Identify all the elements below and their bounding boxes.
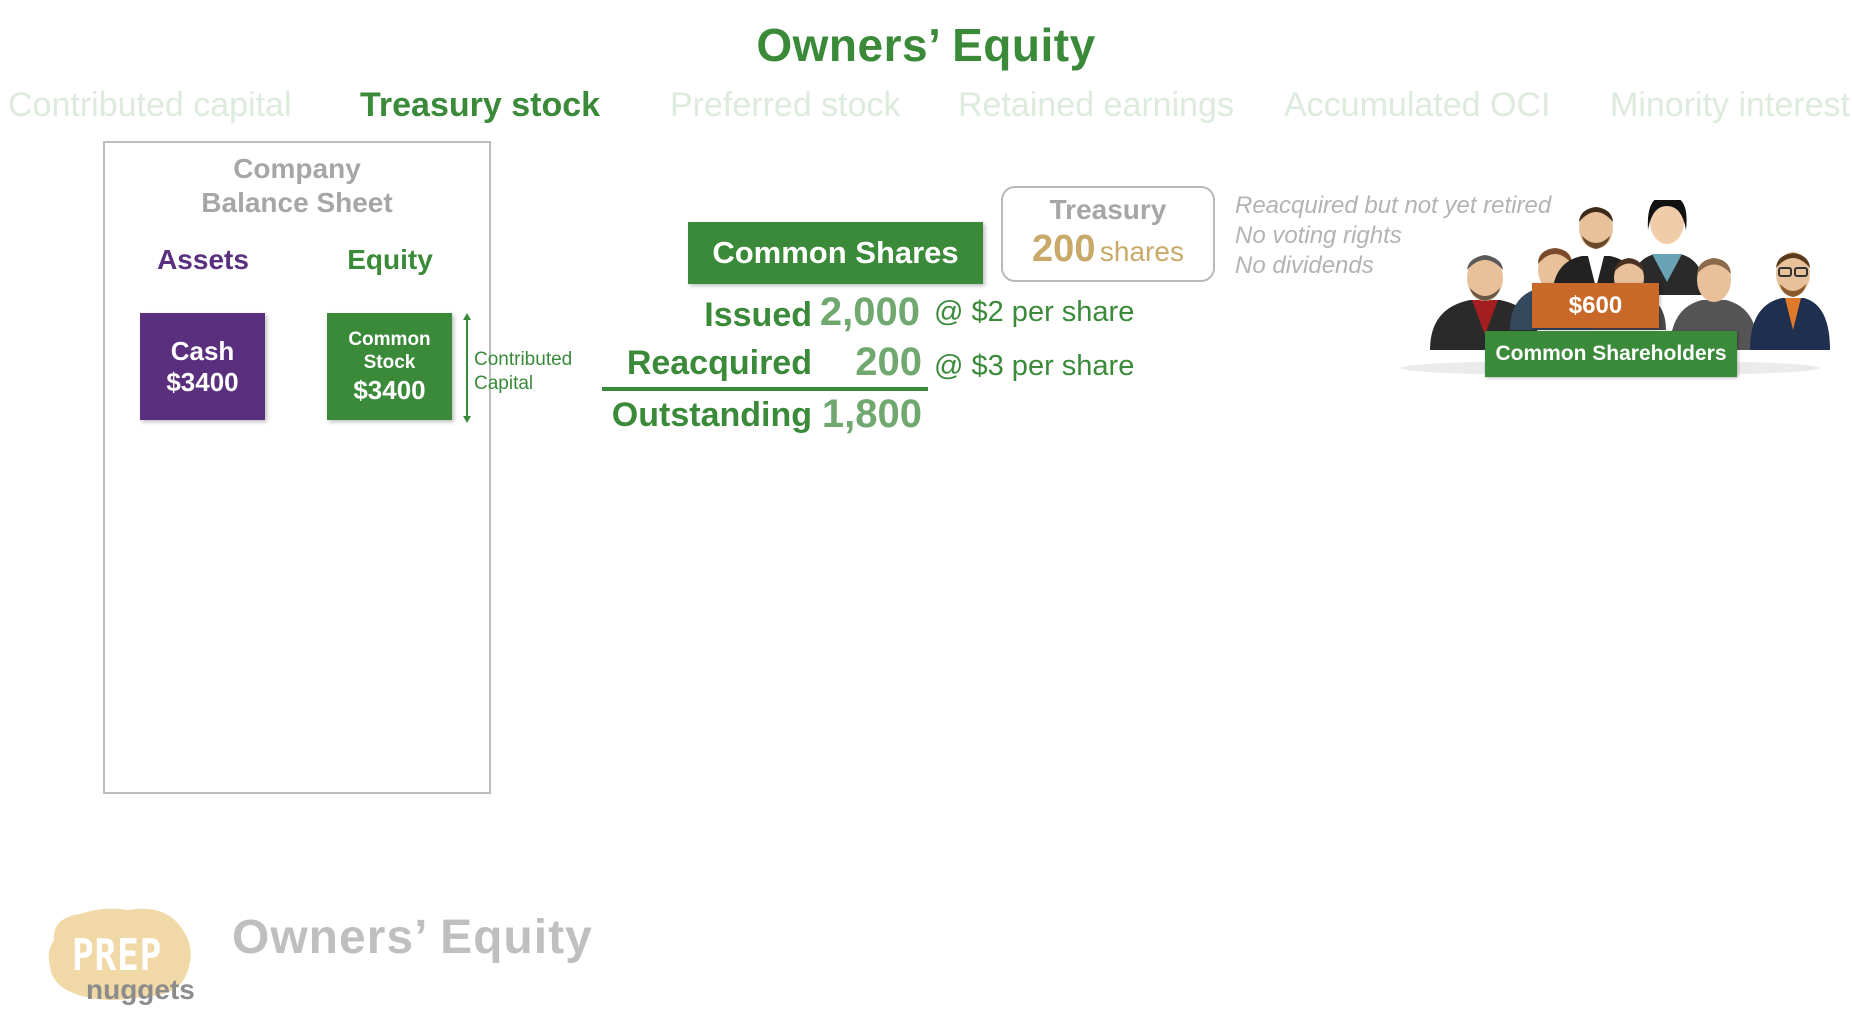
cash-account-box: Cash $3400 (140, 313, 265, 420)
contributed-capital-bracket-icon (463, 313, 471, 423)
treasury-title: Treasury (1049, 194, 1167, 225)
common-shares-header: Common Shares (688, 222, 983, 284)
page-title: Owners’ Equity (756, 19, 1096, 71)
balance-sheet-panel (103, 141, 491, 794)
tab-minority-interest[interactable]: Minority interest (1610, 86, 1850, 125)
common-shareholders-label: Common Shareholders (1485, 331, 1737, 377)
treasury-share-unit: shares (1099, 236, 1184, 267)
reacquired-price-note: @ $3 per share (934, 350, 1135, 382)
person-icon (1750, 252, 1830, 350)
cash-amount: $3400 (166, 366, 239, 397)
tab-preferred-stock[interactable]: Preferred stock (670, 86, 901, 125)
reacquired-value: 200 (855, 340, 922, 384)
subtotal-divider (602, 387, 928, 391)
common-stock-account-box: Common Stock $3400 (327, 313, 452, 420)
issued-value: 2,000 (819, 290, 920, 334)
tab-contributed-capital[interactable]: Contributed capital (8, 86, 292, 125)
balance-sheet-title-line1: Company (233, 153, 361, 184)
contributed-capital-label-line2: Capital (474, 373, 534, 394)
tab-accumulated-oci[interactable]: Accumulated OCI (1284, 86, 1550, 125)
treasury-shares: 200 shares (1001, 228, 1215, 271)
common-stock-amount: $3400 (353, 374, 426, 405)
common-stock-label-line2: Stock (363, 351, 416, 373)
contributed-capital-label: Contributed Capital (474, 348, 572, 396)
tab-retained-earnings[interactable]: Retained earnings (958, 86, 1234, 125)
payment-amount-badge: $600 (1532, 283, 1659, 328)
balance-sheet-title-line2: Balance Sheet (201, 187, 393, 218)
issued-price-note: @ $2 per share (934, 296, 1135, 328)
balance-sheet-title: Company Balance Sheet (103, 152, 491, 220)
equity-header: Equity (347, 244, 433, 275)
logo-nuggets-text: nuggets (86, 974, 195, 1005)
issued-label: Issued (704, 296, 812, 334)
contributed-capital-label-line1: Contributed (474, 349, 573, 370)
assets-header: Assets (157, 244, 249, 275)
outstanding-label: Outstanding (611, 396, 812, 434)
common-stock-label-line1: Common (348, 328, 431, 350)
reacquired-label: Reacquired (626, 344, 812, 382)
footer-title: Owners’ Equity (232, 911, 593, 964)
treasury-share-count: 200 (1032, 228, 1096, 270)
treasury-fact: No dividends (1235, 252, 1374, 279)
outstanding-value: 1,800 (821, 392, 922, 436)
treasury-fact: No voting rights (1235, 222, 1402, 249)
cash-label: Cash (170, 335, 235, 366)
tab-treasury-stock[interactable]: Treasury stock (360, 86, 600, 125)
